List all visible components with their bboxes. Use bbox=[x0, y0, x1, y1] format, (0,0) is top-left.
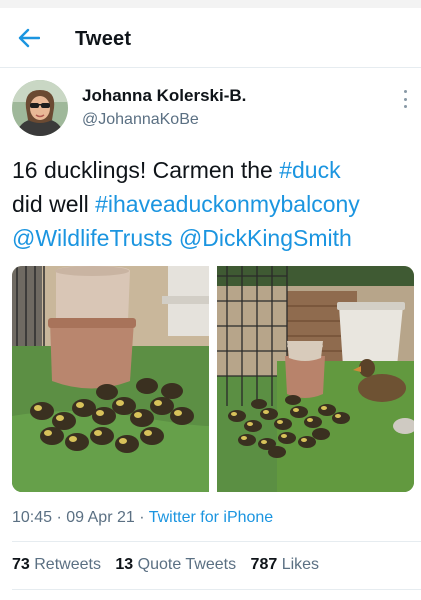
tweet-source-link[interactable]: Twitter for iPhone bbox=[149, 509, 274, 526]
quote-tweets-count: 13 bbox=[115, 556, 134, 573]
tweet-text-line-3: @WildlifeTrusts @DickKingSmith bbox=[12, 221, 417, 255]
retweets-stat[interactable]: 73 Retweets bbox=[12, 556, 101, 573]
header: Tweet bbox=[0, 8, 421, 68]
author-name[interactable]: Johanna Kolerski-B. bbox=[82, 86, 246, 106]
tweet-text-plain: did well bbox=[12, 191, 96, 217]
back-button[interactable] bbox=[16, 26, 42, 50]
meta-separator: · bbox=[52, 509, 67, 526]
tweet-author: Johanna Kolerski-B. @JohannaKoBe bbox=[0, 78, 421, 140]
tweet-text-line-1: 16 ducklings! Carmen the #duck bbox=[12, 153, 417, 187]
quote-tweets-label: Quote Tweets bbox=[137, 556, 237, 573]
tweet-media bbox=[12, 266, 414, 492]
hashtag-duck-link[interactable]: #duck bbox=[279, 157, 340, 183]
photo-duck-with-ducklings[interactable] bbox=[217, 266, 414, 492]
quote-tweets-stat[interactable]: 13 Quote Tweets bbox=[115, 556, 236, 573]
avatar[interactable] bbox=[12, 80, 68, 136]
arrow-left-icon bbox=[18, 28, 40, 48]
divider bbox=[12, 541, 421, 542]
retweets-count: 73 bbox=[12, 556, 30, 573]
likes-stat[interactable]: 787 Likes bbox=[251, 556, 320, 573]
more-options-icon[interactable] bbox=[398, 90, 412, 108]
photo-ducklings-pot[interactable] bbox=[12, 266, 209, 492]
mention-wildlifetrusts-link[interactable]: @WildlifeTrusts bbox=[12, 225, 173, 251]
meta-separator: · bbox=[134, 509, 149, 526]
tweet-text-line-2: did well #ihaveaduckonmybalcony bbox=[12, 187, 417, 221]
mention-dickkingsmith-link[interactable]: @DickKingSmith bbox=[179, 225, 352, 251]
tweet-meta: 10:45 · 09 Apr 21 · Twitter for iPhone bbox=[12, 509, 273, 527]
status-bar bbox=[0, 0, 421, 8]
author-handle[interactable]: @JohannaKoBe bbox=[82, 111, 199, 129]
tweet-date[interactable]: 09 Apr 21 bbox=[66, 509, 135, 526]
tweet-stats: 73 Retweets 13 Quote Tweets 787 Likes bbox=[12, 556, 329, 574]
tweet-text-plain: 16 ducklings! Carmen the bbox=[12, 157, 280, 183]
likes-label: Likes bbox=[281, 556, 320, 573]
retweets-label: Retweets bbox=[34, 556, 101, 573]
likes-count: 787 bbox=[250, 556, 278, 573]
page-title: Tweet bbox=[75, 28, 132, 50]
tweet-text: 16 ducklings! Carmen the #duck did well … bbox=[12, 153, 417, 255]
hashtag-balcony-link[interactable]: #ihaveaduckonmybalcony bbox=[95, 191, 360, 217]
divider bbox=[12, 589, 421, 590]
tweet-time[interactable]: 10:45 bbox=[12, 509, 52, 526]
